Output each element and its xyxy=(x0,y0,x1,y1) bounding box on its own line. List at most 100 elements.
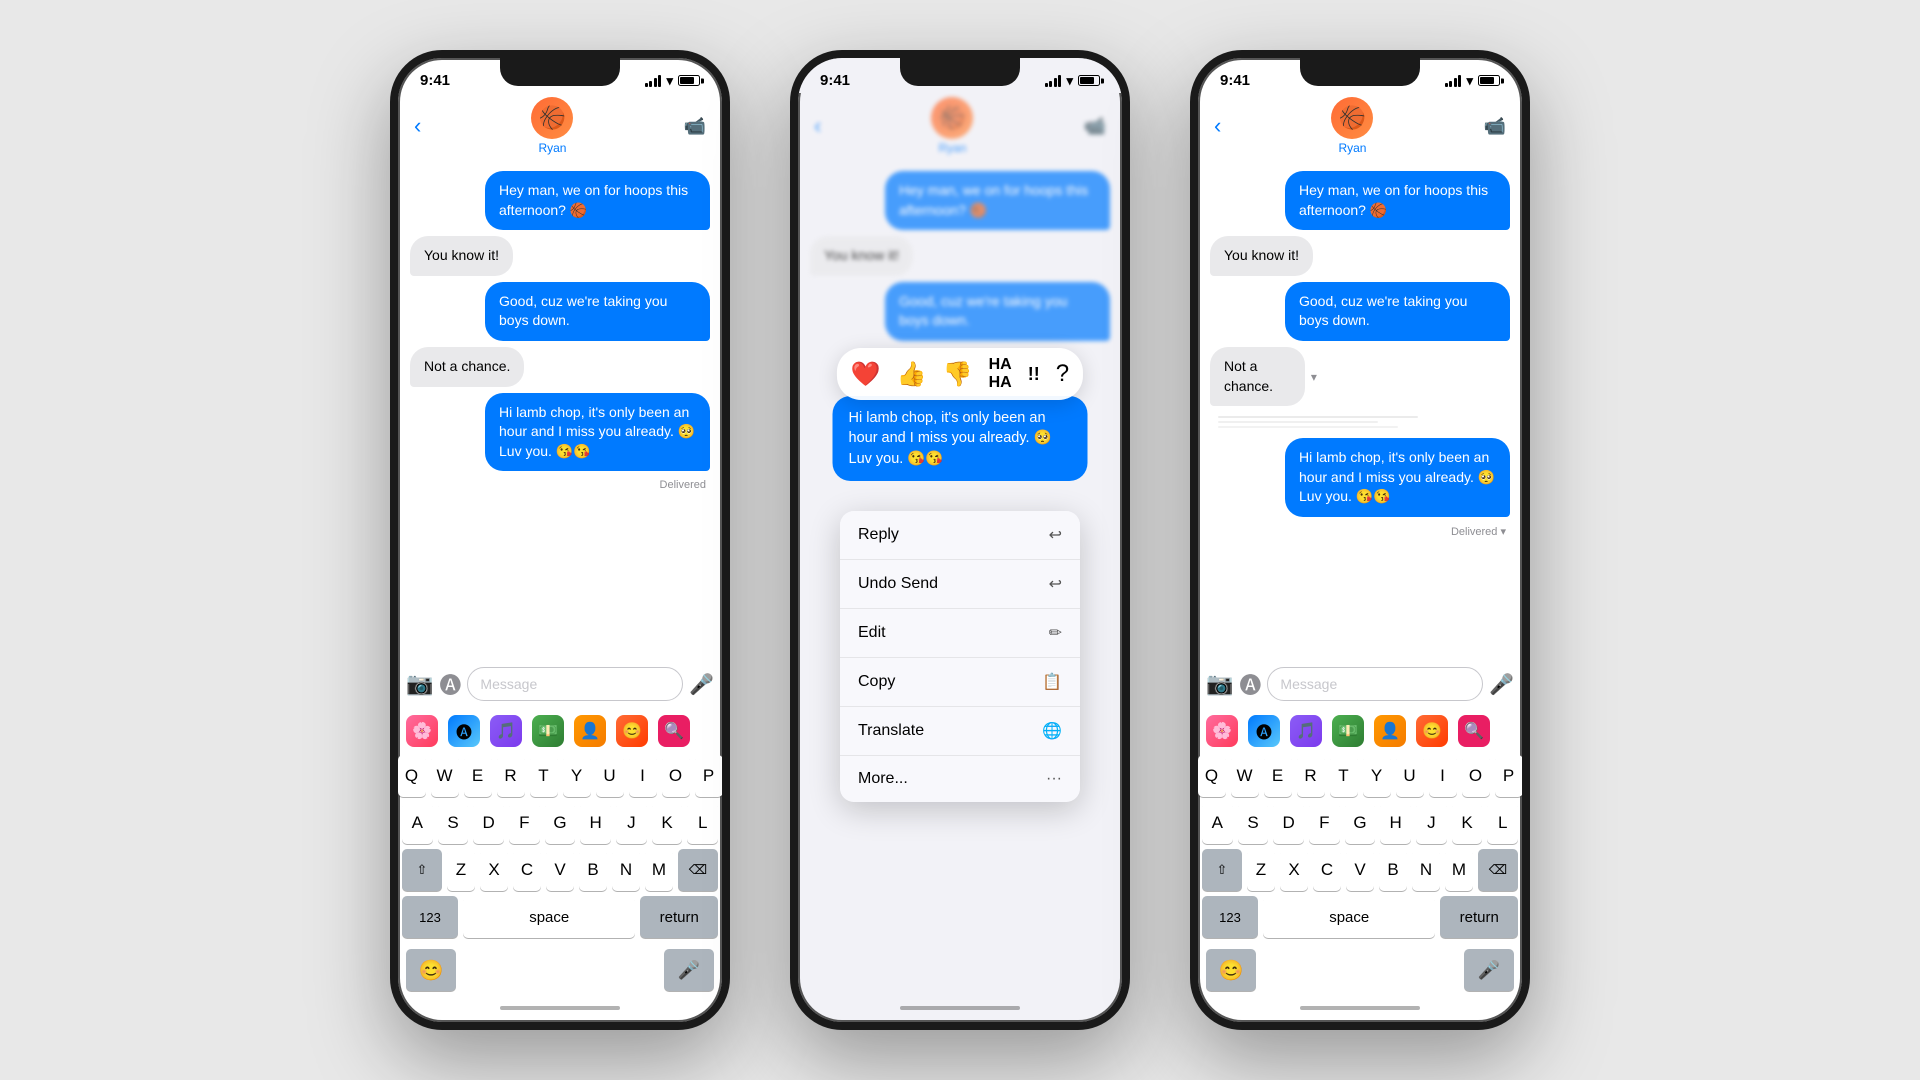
key-t[interactable]: T xyxy=(530,755,558,797)
key-a[interactable]: A xyxy=(402,802,433,844)
right-msg-1[interactable]: Hey man, we on for hoops this afternoon?… xyxy=(1285,171,1510,230)
right-msg-4[interactable]: Not a chance. xyxy=(1210,347,1305,406)
rkey-m[interactable]: M xyxy=(1445,849,1473,891)
key-w[interactable]: W xyxy=(431,755,459,797)
right-back-button[interactable]: ‹ xyxy=(1214,113,1221,139)
context-reply[interactable]: Reply ↩ xyxy=(840,511,1080,560)
right-video-button[interactable]: 📹 xyxy=(1484,116,1506,137)
rkey-d[interactable]: D xyxy=(1273,802,1304,844)
right-camera-icon[interactable]: 📷 xyxy=(1206,671,1233,697)
rkey-u[interactable]: U xyxy=(1396,755,1424,797)
right-app-audio[interactable]: 🎵 xyxy=(1290,715,1322,747)
context-translate[interactable]: Translate 🌐 xyxy=(840,707,1080,756)
key-b[interactable]: B xyxy=(579,849,607,891)
reaction-exclaim[interactable]: !! xyxy=(1028,364,1040,385)
reaction-question[interactable]: ? xyxy=(1056,360,1069,388)
left-app-audio[interactable]: 🎵 xyxy=(490,715,522,747)
key-j[interactable]: J xyxy=(616,802,647,844)
left-mic-icon[interactable]: 🎤 xyxy=(689,672,714,697)
key-k[interactable]: K xyxy=(652,802,683,844)
right-contact-info[interactable]: 🏀 Ryan xyxy=(1331,97,1373,155)
key-return[interactable]: return xyxy=(640,896,718,938)
right-msg-2[interactable]: You know it! xyxy=(1210,236,1313,276)
left-back-button[interactable]: ‹ xyxy=(414,113,421,139)
key-shift[interactable]: ⇧ xyxy=(402,849,442,891)
left-app-stickers[interactable]: 😊 xyxy=(616,715,648,747)
rkey-y[interactable]: Y xyxy=(1363,755,1391,797)
right-apps-icon[interactable]: 🅐 xyxy=(1239,668,1261,700)
key-h[interactable]: H xyxy=(580,802,611,844)
key-x[interactable]: X xyxy=(480,849,508,891)
right-msg-5[interactable]: Hi lamb chop, it's only been an hour and… xyxy=(1285,438,1510,517)
rkey-p[interactable]: P xyxy=(1495,755,1523,797)
key-o[interactable]: O xyxy=(662,755,690,797)
key-p[interactable]: P xyxy=(695,755,723,797)
key-c[interactable]: C xyxy=(513,849,541,891)
rkey-w[interactable]: W xyxy=(1231,755,1259,797)
rkey-k[interactable]: K xyxy=(1452,802,1483,844)
right-msg-3[interactable]: Good, cuz we're taking you boys down. xyxy=(1285,282,1510,341)
rkey-delete[interactable]: ⌫ xyxy=(1478,849,1518,891)
key-v[interactable]: V xyxy=(546,849,574,891)
right-app-stickers[interactable]: 😊 xyxy=(1416,715,1448,747)
key-space[interactable]: space xyxy=(463,896,635,938)
context-more[interactable]: More... ··· xyxy=(840,756,1080,802)
context-undo-send[interactable]: Undo Send ↩ xyxy=(840,560,1080,609)
rkey-h[interactable]: H xyxy=(1380,802,1411,844)
rkey-shift[interactable]: ⇧ xyxy=(1202,849,1242,891)
rkey-space[interactable]: space xyxy=(1263,896,1435,938)
rkey-z[interactable]: Z xyxy=(1247,849,1275,891)
right-message-input[interactable]: Message xyxy=(1267,667,1483,701)
rkey-emoji[interactable]: 😊 xyxy=(1206,949,1256,991)
rkey-n[interactable]: N xyxy=(1412,849,1440,891)
key-m[interactable]: M xyxy=(645,849,673,891)
rkey-x[interactable]: X xyxy=(1280,849,1308,891)
left-msg-3[interactable]: Good, cuz we're taking you boys down. xyxy=(485,282,710,341)
rkey-return[interactable]: return xyxy=(1440,896,1518,938)
rkey-g[interactable]: G xyxy=(1345,802,1376,844)
key-y[interactable]: Y xyxy=(563,755,591,797)
reaction-heart[interactable]: ❤️ xyxy=(851,360,881,389)
key-d[interactable]: D xyxy=(473,802,504,844)
left-apps-icon[interactable]: 🅐 xyxy=(439,668,461,700)
key-emoji[interactable]: 😊 xyxy=(406,949,456,991)
rkey-i[interactable]: I xyxy=(1429,755,1457,797)
left-video-button[interactable]: 📹 xyxy=(684,116,706,137)
rkey-a[interactable]: A xyxy=(1202,802,1233,844)
left-app-photos[interactable]: 🌸 xyxy=(406,715,438,747)
rkey-f[interactable]: F xyxy=(1309,802,1340,844)
rkey-c[interactable]: C xyxy=(1313,849,1341,891)
key-q[interactable]: Q xyxy=(398,755,426,797)
left-msg-2[interactable]: You know it! xyxy=(410,236,513,276)
left-app-cash[interactable]: 💵 xyxy=(532,715,564,747)
rkey-mic[interactable]: 🎤 xyxy=(1464,949,1514,991)
rkey-e[interactable]: E xyxy=(1264,755,1292,797)
key-u[interactable]: U xyxy=(596,755,624,797)
rkey-q[interactable]: Q xyxy=(1198,755,1226,797)
left-contact-info[interactable]: 🏀 Ryan xyxy=(531,97,573,155)
rkey-l[interactable]: L xyxy=(1487,802,1518,844)
rkey-b[interactable]: B xyxy=(1379,849,1407,891)
rkey-j[interactable]: J xyxy=(1416,802,1447,844)
right-app-more[interactable]: 🔍 xyxy=(1458,715,1490,747)
reaction-thumbdown[interactable]: 👎 xyxy=(943,360,973,389)
left-app-contacts[interactable]: 👤 xyxy=(574,715,606,747)
left-app-more[interactable]: 🔍 xyxy=(658,715,690,747)
right-app-cash[interactable]: 💵 xyxy=(1332,715,1364,747)
middle-featured-bubble[interactable]: Hi lamb chop, it's only been an hour and… xyxy=(833,396,1088,481)
rkey-123[interactable]: 123 xyxy=(1202,896,1258,938)
key-mic-left[interactable]: 🎤 xyxy=(664,949,714,991)
reaction-haha[interactable]: HAHA xyxy=(989,356,1012,392)
right-mic-icon[interactable]: 🎤 xyxy=(1489,672,1514,697)
key-e[interactable]: E xyxy=(464,755,492,797)
rkey-s[interactable]: S xyxy=(1238,802,1269,844)
right-app-contacts[interactable]: 👤 xyxy=(1374,715,1406,747)
key-r[interactable]: R xyxy=(497,755,525,797)
left-msg-1[interactable]: Hey man, we on for hoops this afternoon?… xyxy=(485,171,710,230)
key-s[interactable]: S xyxy=(438,802,469,844)
key-z[interactable]: Z xyxy=(447,849,475,891)
rkey-r[interactable]: R xyxy=(1297,755,1325,797)
context-copy[interactable]: Copy 📋 xyxy=(840,658,1080,707)
rkey-t[interactable]: T xyxy=(1330,755,1358,797)
context-edit[interactable]: Edit ✏ xyxy=(840,609,1080,658)
